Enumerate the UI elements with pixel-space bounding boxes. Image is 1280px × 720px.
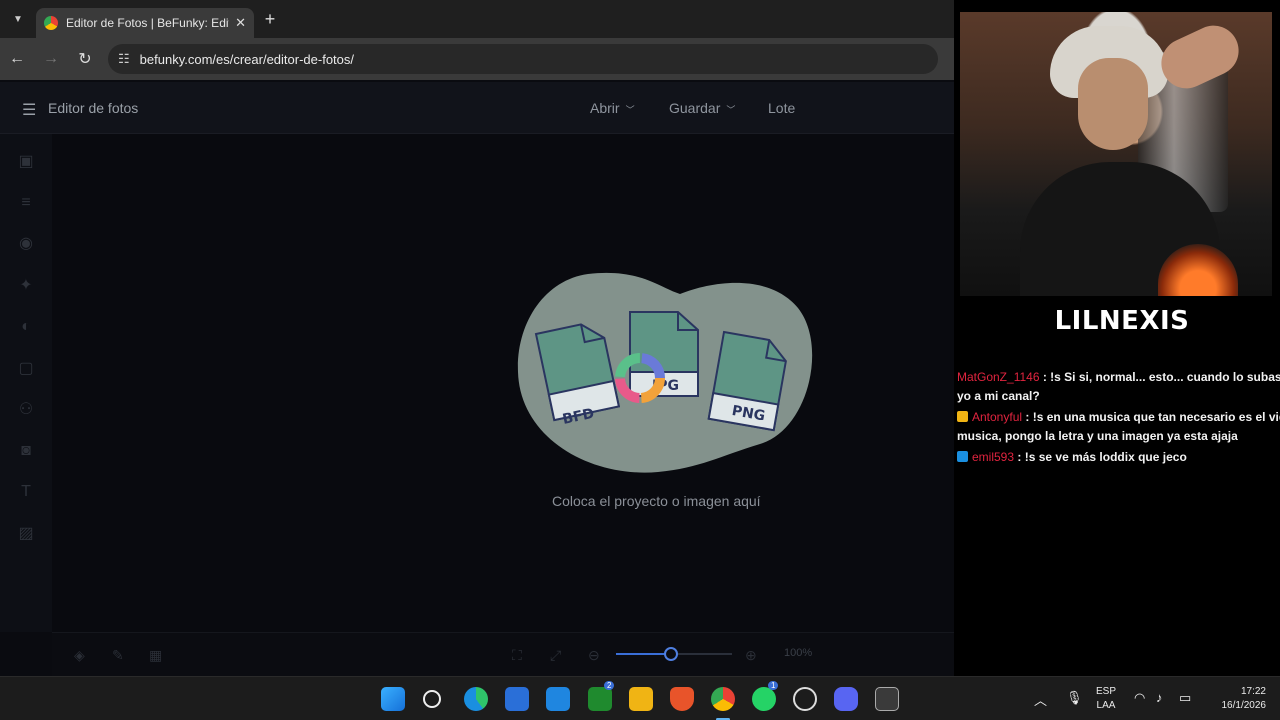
chevron-down-icon: ﹀ — [625, 105, 635, 115]
channel-name: LILNEXIS — [1045, 304, 1199, 338]
keyboard-layout: LAA — [1096, 700, 1116, 711]
bottom-toolbar: ◈ ✎ ▦ ⛶ ⤢ ⊖ ⊕ ⟲ ↶ ↷ ⟳ — [52, 632, 1254, 676]
dropzone-illustration[interactable]: BFD JPG PNG — [510, 268, 822, 478]
url-field[interactable]: ☷ befunky.com/es/crear/editor-de-fotos/ — [108, 44, 938, 74]
image-icon[interactable]: ▣ — [16, 152, 36, 172]
chrome-icon[interactable] — [711, 687, 735, 711]
frame-icon[interactable]: ▢ — [16, 359, 36, 379]
whatsapp-badge: 1 — [768, 681, 779, 690]
save-menu-label: Guardar — [669, 100, 721, 116]
text-icon[interactable]: T — [16, 482, 36, 502]
microphone-icon[interactable]: 🎙 — [1066, 690, 1083, 706]
menu-icon[interactable]: ☰ — [22, 100, 36, 120]
prime-badge-icon — [957, 451, 968, 462]
zoom-out-icon[interactable]: ⊖ — [588, 647, 600, 664]
open-menu-button[interactable]: Abrir ﹀ — [590, 100, 635, 116]
chat-username: Antonyful — [972, 410, 1023, 424]
browser-tab-bar: ▼ Editor de Fotos | BeFunky: Edita ✕ + — [0, 0, 960, 38]
xbox-badge: 2 — [604, 681, 615, 690]
chat-username: emil593 — [972, 450, 1015, 464]
zoom-in-icon[interactable]: ⊕ — [745, 647, 757, 664]
crown-badge-icon — [957, 411, 968, 422]
zoom-slider-fill — [616, 653, 671, 655]
store-icon[interactable] — [505, 687, 529, 711]
zoom-level: 100% — [784, 647, 813, 659]
layers-icon[interactable]: ◈ — [74, 647, 85, 664]
batch-button[interactable]: Lote — [768, 100, 795, 116]
app-window-icon[interactable] — [875, 687, 899, 711]
address-bar: ← → ↻ ☷ befunky.com/es/crear/editor-de-f… — [0, 38, 954, 80]
discord-icon[interactable] — [834, 687, 858, 711]
chevron-down-icon: ﹀ — [726, 105, 736, 115]
eye-icon[interactable]: ◉ — [16, 234, 36, 254]
edit-icon[interactable]: ✎ — [112, 647, 124, 664]
reload-icon[interactable]: ↻ — [68, 49, 102, 69]
chat-panel: MatGonZ_1146 : !s Si si, normal... esto.… — [957, 368, 1280, 469]
tab-title: Editor de Fotos | BeFunky: Edita — [66, 16, 230, 30]
save-menu-button[interactable]: Guardar ﹀ — [669, 100, 735, 116]
battery-icon[interactable]: ▭ — [1179, 690, 1191, 706]
clock-time: 17:22 — [1240, 686, 1266, 697]
app-title: Editor de fotos — [48, 100, 139, 116]
edge-icon[interactable] — [464, 687, 488, 711]
new-tab-button[interactable]: + — [254, 9, 286, 30]
chat-username: MatGonZ_1146 — [957, 370, 1040, 384]
fullscreen-icon[interactable]: ⤢ — [550, 647, 561, 664]
site-settings-icon[interactable]: ☷ — [118, 51, 130, 67]
tray-chevron-up-icon[interactable]: ︿ — [1034, 690, 1047, 709]
file-explorer-icon[interactable] — [629, 687, 653, 711]
tool-sidebar: ▣ ≡ ◉ ✦ ◐ ▢ ⚇ ◙ T ▨ — [0, 134, 52, 632]
tab-close-icon[interactable]: ✕ — [235, 15, 246, 31]
browser-tab[interactable]: Editor de Fotos | BeFunky: Edita ✕ — [36, 8, 254, 38]
search-icon[interactable] — [423, 690, 441, 708]
tab-search-icon[interactable]: ▼ — [0, 0, 36, 38]
language-code: ESP — [1095, 686, 1116, 697]
streamer-face — [1078, 58, 1148, 150]
chat-text: : !s se ve más loddix que jeco — [1017, 450, 1187, 464]
chat-text: : !s en una musica que tan necesario es … — [1025, 410, 1280, 424]
webcam-feed — [960, 12, 1272, 296]
taskbar: 2 1 ︿ 🎙 ESP LAA ◠ ♪ ▭ 17:22 16/1/2026 — [0, 676, 1280, 720]
back-icon[interactable]: ← — [0, 50, 34, 68]
screen: ▼ Editor de Fotos | BeFunky: Edita ✕ + ←… — [0, 0, 1280, 720]
chat-message: emil593 : !s se ve más loddix que jeco — [957, 448, 1280, 467]
brave-icon[interactable] — [670, 687, 694, 711]
clock[interactable]: 17:22 16/1/2026 — [1206, 685, 1267, 713]
app-header: ☰ Editor de fotos Abrir ﹀ Guardar ﹀ Lote — [0, 82, 954, 134]
wifi-icon[interactable]: ◠ — [1134, 690, 1145, 706]
fit-icon[interactable]: ⛶ — [512, 647, 522, 664]
zoom-slider-handle[interactable] — [663, 647, 678, 661]
chat-message: MatGonZ_1146 : !s Si si, normal... esto.… — [957, 368, 1280, 406]
open-menu-label: Abrir — [590, 100, 620, 116]
chrome-favicon-icon — [44, 16, 58, 30]
adjust-icon[interactable]: ≡ — [16, 193, 36, 213]
overlay-icon[interactable]: ◙ — [16, 441, 36, 461]
texture-icon[interactable]: ▨ — [16, 524, 36, 544]
chat-message: Antonyful : !s en una musica que tan nec… — [957, 408, 1280, 446]
grid-icon[interactable]: ▦ — [149, 647, 162, 664]
dropzone-text: Coloca el proyecto o imagen aquí — [552, 493, 761, 509]
forward-icon[interactable]: → — [34, 50, 68, 68]
language-indicator[interactable]: ESP LAA — [1094, 685, 1118, 713]
volume-icon[interactable]: ♪ — [1156, 690, 1163, 705]
windows-start-icon[interactable] — [381, 687, 405, 711]
graphics-icon[interactable]: ⚇ — [16, 400, 36, 420]
url-text: befunky.com/es/crear/editor-de-fotos/ — [139, 51, 355, 67]
chat-text-continuation: musica, pongo la letra y una imagen ya e… — [957, 429, 1238, 443]
effects-icon[interactable]: ✦ — [16, 276, 36, 296]
whatsapp-icon[interactable]: 1 — [752, 681, 779, 711]
obs-icon[interactable] — [793, 687, 817, 711]
touchup-icon[interactable]: ◐ — [16, 317, 36, 337]
xbox-icon[interactable]: 2 — [588, 681, 615, 711]
chat-text: : !s Si si, normal... esto... cuando lo … — [1042, 370, 1280, 384]
mail-icon[interactable] — [546, 687, 570, 711]
clock-date: 16/1/2026 — [1221, 700, 1267, 711]
chat-text-continuation: yo a mi canal? — [957, 389, 1040, 403]
